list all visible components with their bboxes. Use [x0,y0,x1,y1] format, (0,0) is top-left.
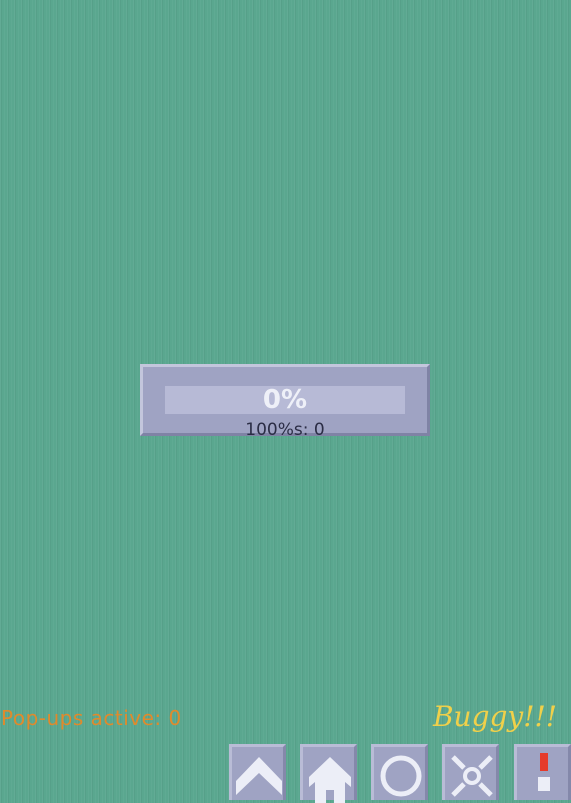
crosshair-icon [451,755,493,797]
progress-percent: 0% [262,386,308,414]
circle-icon [380,755,422,797]
circle-button[interactable] [371,744,428,800]
upgrades-button[interactable] [229,744,286,800]
popups-counter: Pop-ups active: 0 [1,706,182,730]
buggy-label: Buggy!!! [432,700,557,733]
hundreds-counter: 100%s: 0 [245,420,325,440]
home-icon [309,757,351,803]
warning-icon [538,753,550,791]
crosshair-button[interactable] [442,744,499,800]
home-button[interactable] [300,744,357,803]
chevron-up-icon [236,757,282,795]
progress-bar: 0% [165,386,405,414]
alert-button[interactable] [514,744,571,800]
progress-panel: 0% 100%s: 0 [140,364,430,440]
